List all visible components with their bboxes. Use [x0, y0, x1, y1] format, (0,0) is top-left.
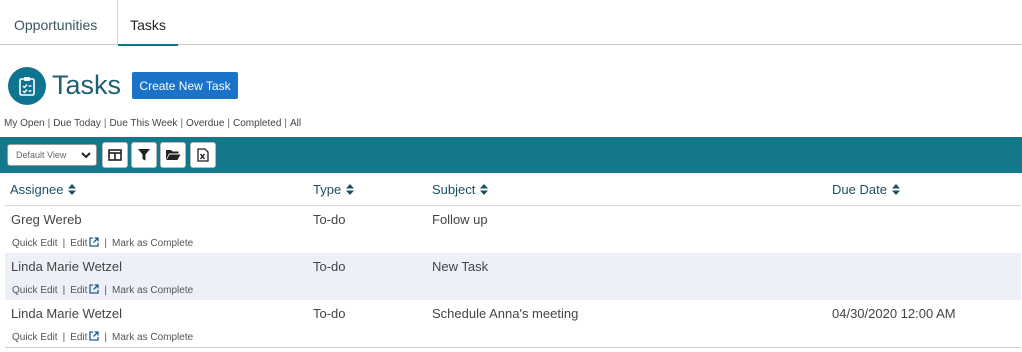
edit-link[interactable]: Edit — [70, 237, 100, 249]
sort-icon — [68, 184, 77, 195]
cell-subject: New Task — [432, 259, 489, 274]
table-row: Greg Wereb To-do Follow up Quick Edit | Ed… — [5, 206, 1021, 253]
chevron-down-icon — [81, 152, 91, 159]
column-header-type[interactable]: Type — [313, 182, 355, 197]
mark-complete-link[interactable]: Mark as Complete — [112, 332, 193, 343]
excel-export-icon — [197, 148, 209, 162]
cell-assignee: Linda Marie Wetzel — [11, 306, 123, 321]
row-actions: Quick Edit | Edit | Mark as Complete — [12, 284, 194, 296]
filter-overdue[interactable]: Overdue — [186, 118, 224, 129]
create-new-task-button[interactable]: Create New Task — [132, 72, 238, 99]
filter-due-this-week[interactable]: Due This Week — [109, 118, 177, 129]
quick-edit-link[interactable]: Quick Edit — [12, 285, 58, 296]
cell-due-date: 04/30/2020 12:00 AM — [832, 306, 956, 321]
mark-complete-link[interactable]: Mark as Complete — [112, 238, 193, 249]
quick-edit-link[interactable]: Quick Edit — [12, 332, 58, 343]
sort-icon — [346, 184, 355, 195]
filter-links: My Open | Due Today | Due This Week | Overdue |… — [4, 118, 302, 129]
cell-type: To-do — [313, 306, 346, 321]
column-header-subject[interactable]: Subject — [432, 182, 489, 197]
external-link-icon — [89, 284, 100, 294]
view-select[interactable]: Default View — [7, 144, 97, 166]
folder-open-icon — [166, 150, 181, 160]
cell-subject: Schedule Anna's meeting — [432, 306, 579, 321]
mark-complete-link[interactable]: Mark as Complete — [112, 285, 193, 296]
sort-icon — [891, 184, 900, 195]
table-row: Linda Marie Wetzel To-do Schedule Anna's… — [5, 300, 1021, 347]
open-folder-button[interactable] — [160, 142, 186, 168]
column-label: Assignee — [10, 182, 64, 197]
row-actions: Quick Edit | Edit | Mark as Complete — [12, 237, 194, 249]
grid-toolbar: Default View — [0, 137, 1022, 173]
columns-button[interactable] — [102, 142, 128, 168]
tab-opportunities[interactable]: Opportunities — [14, 0, 97, 45]
sort-icon — [480, 184, 489, 195]
table-row: Linda Marie Wetzel To-do New Task Quick … — [5, 253, 1021, 300]
external-link-icon — [89, 237, 100, 247]
edit-link[interactable]: Edit — [70, 284, 100, 296]
tab-tasks[interactable]: Tasks — [117, 0, 178, 46]
clipboard-icon — [8, 67, 46, 105]
cell-type: To-do — [313, 259, 346, 274]
filter-my-open[interactable]: My Open — [4, 118, 45, 129]
grid-header: Assignee Type Subject Due Date — [5, 173, 1021, 206]
filter-button[interactable] — [131, 142, 157, 168]
edit-label: Edit — [70, 238, 88, 249]
row-actions: Quick Edit | Edit | Mark as Complete — [12, 331, 194, 343]
column-label: Subject — [432, 182, 476, 197]
page-title: Tasks — [52, 70, 122, 100]
filter-completed[interactable]: Completed — [233, 118, 281, 129]
cell-type: To-do — [313, 212, 346, 227]
grid-bottom-divider — [5, 347, 1021, 348]
view-select-value: Default View — [16, 150, 67, 160]
edit-label: Edit — [70, 332, 88, 343]
cell-subject: Follow up — [432, 212, 488, 227]
edit-label: Edit — [70, 285, 88, 296]
filter-icon — [138, 149, 150, 161]
filter-due-today[interactable]: Due Today — [53, 118, 101, 129]
columns-icon — [108, 149, 122, 161]
column-header-assignee[interactable]: Assignee — [10, 182, 77, 197]
column-header-due-date[interactable]: Due Date — [832, 182, 900, 197]
cell-assignee: Greg Wereb — [11, 212, 82, 227]
quick-edit-link[interactable]: Quick Edit — [12, 238, 58, 249]
external-link-icon — [89, 331, 100, 341]
column-label: Type — [313, 182, 342, 197]
export-excel-button[interactable] — [190, 142, 216, 168]
edit-link[interactable]: Edit — [70, 331, 100, 343]
cell-assignee: Linda Marie Wetzel — [11, 259, 123, 274]
filter-all[interactable]: All — [290, 118, 301, 129]
column-label: Due Date — [832, 182, 887, 197]
tab-bar: Opportunities Tasks — [0, 0, 1022, 46]
